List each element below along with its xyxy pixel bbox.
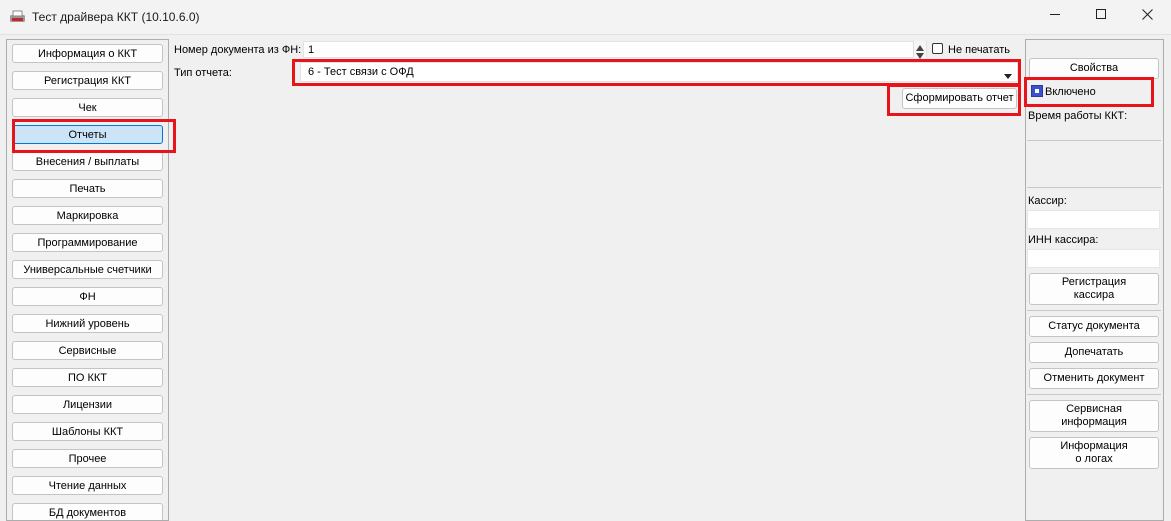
checkmark-icon (1035, 89, 1039, 93)
nav-item-receipt[interactable]: Чек (12, 98, 163, 117)
nav-item-other[interactable]: Прочее (12, 449, 163, 468)
minimize-icon (1049, 9, 1061, 23)
report-type-label: Тип отчета: (174, 67, 232, 79)
divider (1027, 394, 1161, 395)
nav-item-kkt-software[interactable]: ПО ККТ (12, 368, 163, 387)
logs-info-button[interactable]: Информация о логах (1029, 437, 1159, 469)
nav-item-fn[interactable]: ФН (12, 287, 163, 306)
service-info-button[interactable]: Сервисная информация (1029, 400, 1159, 432)
enabled-label: Включено (1045, 86, 1096, 98)
nav-item-kkt-info[interactable]: Информация о ККТ (12, 44, 163, 63)
doc-number-input[interactable]: 1 (303, 41, 927, 58)
divider (1027, 140, 1161, 141)
maximize-icon (1095, 9, 1107, 23)
report-type-select[interactable]: 6 - Тест связи с ОФД (300, 62, 1018, 82)
nav-item-print[interactable]: Печать (12, 179, 163, 198)
generate-report-button[interactable]: Сформировать отчет (902, 88, 1017, 109)
reprint-button[interactable]: Допечатать (1029, 342, 1159, 363)
doc-number-value: 1 (308, 43, 315, 56)
divider (1027, 310, 1161, 311)
cashier-input[interactable] (1027, 210, 1160, 229)
no-print-checkbox[interactable] (932, 43, 943, 54)
no-print-label: Не печатать (948, 44, 1010, 56)
nav-item-low-level[interactable]: Нижний уровень (12, 314, 163, 333)
divider (1027, 187, 1161, 188)
spin-down-icon (916, 50, 924, 62)
uptime-label: Время работы ККТ: (1028, 110, 1128, 122)
enabled-checkbox[interactable] (1031, 85, 1043, 97)
cancel-document-button[interactable]: Отменить документ (1029, 368, 1159, 389)
report-type-value: 6 - Тест связи с ОФД (308, 66, 414, 78)
doc-number-spinner[interactable] (913, 41, 926, 59)
register-cashier-button[interactable]: Регистрация кассира (1029, 273, 1159, 305)
nav-item-marking[interactable]: Маркировка (12, 206, 163, 225)
doc-number-label: Номер документа из ФН: (174, 44, 302, 56)
nav-item-programming[interactable]: Программирование (12, 233, 163, 252)
cashier-inn-input[interactable] (1027, 249, 1160, 268)
minimize-button[interactable] (1032, 0, 1078, 32)
chevron-down-icon (1004, 70, 1012, 82)
nav-panel: Информация о ККТ Регистрация ККТ Чек Отч… (6, 39, 169, 521)
printer-icon (9, 10, 26, 24)
nav-item-universal-counters[interactable]: Универсальные счетчики (12, 260, 163, 279)
close-icon (1141, 9, 1153, 23)
nav-item-kkt-templates[interactable]: Шаблоны ККТ (12, 422, 163, 441)
nav-item-documents-db[interactable]: БД документов (12, 503, 163, 520)
nav-item-read-data[interactable]: Чтение данных (12, 476, 163, 495)
title-bar: Тест драйвера ККТ (10.10.6.0) (0, 0, 1171, 35)
document-status-button[interactable]: Статус документа (1029, 316, 1159, 337)
nav-item-kkt-registration[interactable]: Регистрация ККТ (12, 71, 163, 90)
properties-button[interactable]: Свойства (1029, 58, 1159, 79)
maximize-button[interactable] (1078, 0, 1124, 32)
nav-item-licenses[interactable]: Лицензии (12, 395, 163, 414)
nav-item-service[interactable]: Сервисные (12, 341, 163, 360)
window-title: Тест драйвера ККТ (10.10.6.0) (32, 10, 200, 24)
nav-item-reports[interactable]: Отчеты (12, 125, 163, 144)
cashier-label: Кассир: (1028, 195, 1067, 207)
close-button[interactable] (1124, 0, 1170, 32)
cashier-inn-label: ИНН кассира: (1028, 234, 1099, 246)
nav-item-cash-in-out[interactable]: Внесения / выплаты (12, 152, 163, 171)
